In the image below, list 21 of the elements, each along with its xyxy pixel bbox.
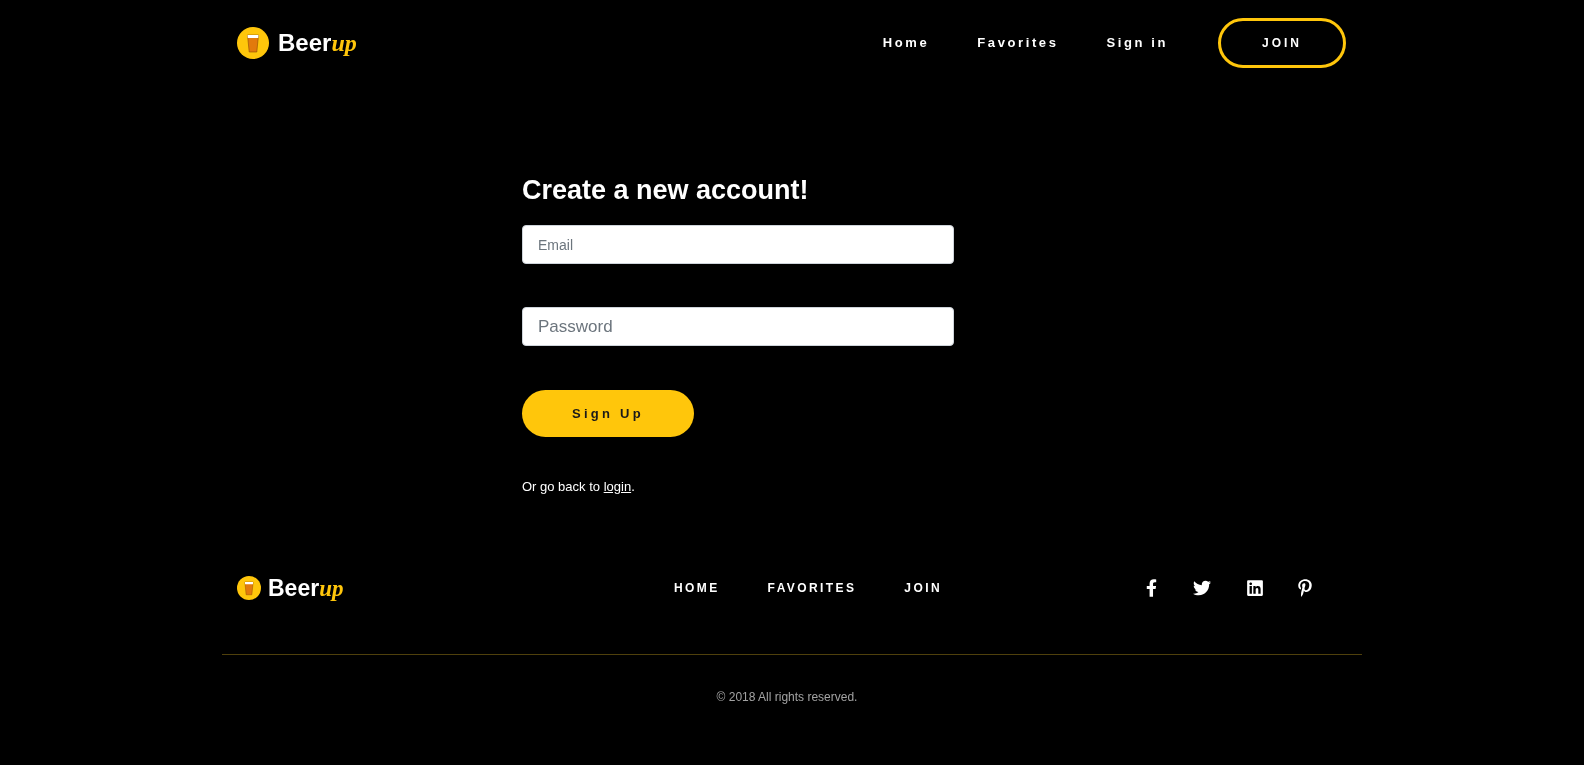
nav-link[interactable]: Favorites <box>977 33 1059 53</box>
pinterest-icon[interactable] <box>1298 579 1312 597</box>
footer-nav-link[interactable]: HOME <box>674 579 720 597</box>
nav-link[interactable]: Sign in <box>1106 33 1168 53</box>
facebook-icon[interactable] <box>1146 579 1157 597</box>
form-title: Create a new account! <box>522 174 810 206</box>
copyright-text: © 2018 All rights reserved. <box>715 689 859 706</box>
logo-text[interactable]: Beerup <box>278 31 357 55</box>
sign-up-button[interactable]: Sign Up <box>522 390 694 437</box>
join-button[interactable]: JOIN <box>1218 18 1346 68</box>
email-field[interactable]: Email <box>522 225 954 264</box>
login-prompt-text: Or go back to login. <box>522 478 636 496</box>
beer-glass-icon <box>237 27 269 59</box>
beer-glass-icon <box>237 576 261 600</box>
footer-nav-link[interactable]: FAVORITES <box>767 579 857 597</box>
logo-text[interactable]: Beerup <box>268 576 344 600</box>
nav-link[interactable]: Home <box>882 33 930 53</box>
linkedin-icon[interactable] <box>1247 579 1263 597</box>
password-field[interactable]: Password <box>522 307 954 346</box>
twitter-icon[interactable] <box>1192 579 1212 597</box>
footer-nav-link[interactable]: JOIN <box>904 579 942 597</box>
